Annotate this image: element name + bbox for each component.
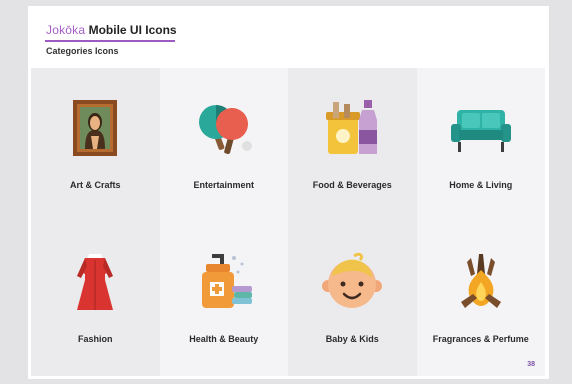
category-label: Entertainment <box>193 180 254 190</box>
category-tile-food-beverages[interactable]: Food & Beverages <box>288 68 417 222</box>
category-label: Baby & Kids <box>325 334 379 344</box>
soap-dispenser-icon <box>201 254 252 308</box>
brand-title-text: Mobile UI Icons <box>88 23 177 37</box>
category-tile-art-crafts[interactable]: Art & Crafts <box>31 68 160 222</box>
category-label: Fashion <box>77 334 113 344</box>
category-grid: Art & Crafts Entertainment Food & Bevera… <box>31 68 545 376</box>
page-number: 38 <box>527 361 535 368</box>
incense-flame-icon <box>460 254 501 308</box>
category-label: Food & Beverages <box>312 180 392 190</box>
category-label: Health & Beauty <box>189 334 259 344</box>
category-tile-home-living[interactable]: Home & Living <box>416 68 545 222</box>
dress-icon <box>77 254 114 310</box>
jar-and-bottle-icon <box>326 100 378 154</box>
document-page: Jokōka Mobile UI Icons Categories Icons … <box>28 6 549 379</box>
baby-face-icon <box>322 252 383 308</box>
category-tile-entertainment[interactable]: Entertainment <box>159 68 288 222</box>
sofa-icon <box>450 110 511 152</box>
category-tile-health-beauty[interactable]: Health & Beauty <box>159 222 288 376</box>
brand-logo: Jokōka <box>46 23 86 37</box>
category-tile-baby-kids[interactable]: Baby & Kids <box>288 222 417 376</box>
category-label: Home & Living <box>449 180 513 190</box>
category-label: Fragrances & Perfume <box>432 334 529 344</box>
brand-title: Jokōka Mobile UI Icons <box>46 23 177 37</box>
category-tile-fashion[interactable]: Fashion <box>31 222 160 376</box>
title-underline <box>45 40 175 42</box>
painting-icon <box>73 100 118 156</box>
ping-pong-icon <box>198 105 252 155</box>
category-label: Art & Crafts <box>69 180 121 190</box>
category-tile-fragrances-perfume[interactable]: Fragrances & Perfume 38 <box>416 222 545 376</box>
section-subtitle: Categories Icons <box>46 46 119 56</box>
